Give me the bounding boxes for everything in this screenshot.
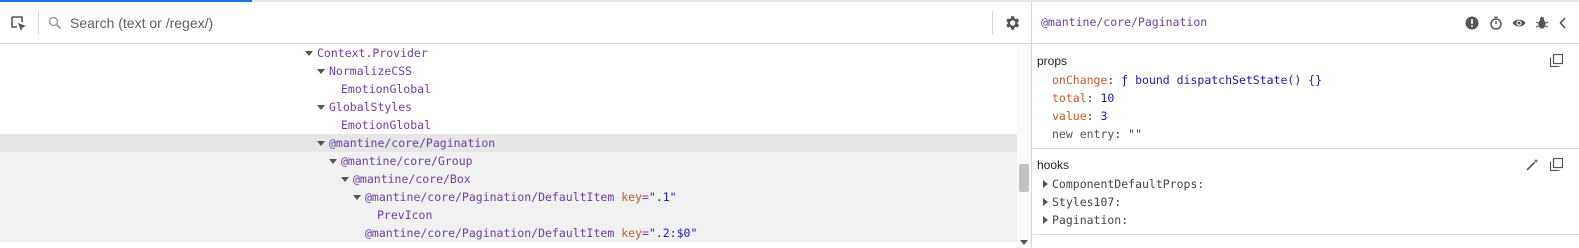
copy-icon[interactable] bbox=[1550, 54, 1563, 67]
tree-node[interactable]: NormalizeCSS bbox=[0, 62, 1017, 80]
section-divider bbox=[1033, 148, 1579, 149]
tree-node-label: GlobalStyles bbox=[329, 100, 413, 114]
section-divider bbox=[1033, 234, 1579, 235]
hook-name: ComponentDefaultProps: bbox=[1052, 177, 1205, 191]
tree-node-label: @mantine/core/Group bbox=[341, 154, 473, 168]
expand-arrow-icon[interactable] bbox=[1043, 180, 1048, 188]
inspector-panel: @mantine/core/Pagination props onChange:… bbox=[1033, 2, 1579, 248]
tree-node[interactable]: Context.Provider bbox=[0, 44, 1017, 62]
stopwatch-icon[interactable] bbox=[1489, 16, 1503, 30]
expand-arrow-icon[interactable] bbox=[1043, 198, 1048, 206]
tree-scrollbar[interactable] bbox=[1017, 44, 1031, 248]
prop-value[interactable]: ƒ bound dispatchSetState() {} bbox=[1121, 73, 1322, 87]
collapse-arrow-icon[interactable] bbox=[317, 141, 325, 146]
hook-name: Pagination: bbox=[1052, 213, 1129, 227]
prop-row[interactable]: total: 10 bbox=[1052, 89, 1114, 107]
tree-node[interactable]: @mantine/core/Pagination/DefaultItem key… bbox=[0, 188, 1017, 206]
prop-row[interactable]: value: 3 bbox=[1052, 107, 1107, 125]
tree-node-label: @mantine/core/Pagination/DefaultItem bbox=[365, 190, 615, 204]
tree-toolbar bbox=[0, 2, 1031, 44]
gear-icon[interactable] bbox=[1003, 14, 1021, 32]
tree-node[interactable]: EmotionGlobal bbox=[0, 80, 1017, 98]
magic-wand-icon[interactable] bbox=[1526, 158, 1539, 171]
new-entry-key[interactable]: new entry bbox=[1052, 127, 1114, 141]
selected-component-title: @mantine/core/Pagination bbox=[1041, 15, 1208, 29]
collapse-arrow-icon[interactable] bbox=[305, 51, 313, 56]
hook-row[interactable]: Styles107: bbox=[1043, 193, 1121, 211]
tree-node-label: EmotionGlobal bbox=[341, 82, 432, 96]
prop-key: value bbox=[1052, 109, 1087, 123]
bug-icon[interactable] bbox=[1535, 16, 1549, 30]
props-section-title: props bbox=[1037, 54, 1068, 68]
tree-node[interactable]: @mantine/core/Box bbox=[0, 170, 1017, 188]
warning-icon[interactable] bbox=[1465, 16, 1479, 30]
toolbar-divider bbox=[992, 11, 993, 35]
key-label: key bbox=[621, 190, 642, 204]
components-tree-panel: Context.Provider NormalizeCSS EmotionGlo… bbox=[0, 2, 1032, 248]
scrollbar-thumb[interactable] bbox=[1019, 164, 1029, 192]
expand-arrow-icon[interactable] bbox=[1043, 216, 1048, 224]
collapse-arrow-icon[interactable] bbox=[317, 69, 325, 74]
inspector-header: @mantine/core/Pagination bbox=[1033, 2, 1579, 44]
scroll-down-arrow-icon[interactable] bbox=[1020, 240, 1028, 245]
search-input[interactable] bbox=[66, 10, 994, 36]
search-icon bbox=[48, 16, 62, 30]
tree-node-label: NormalizeCSS bbox=[329, 64, 413, 78]
tree-node[interactable]: PrevIcon bbox=[0, 206, 1017, 224]
tree-node[interactable]: @mantine/core/Group bbox=[0, 152, 1017, 170]
toolbar-divider bbox=[38, 11, 39, 35]
collapse-arrow-icon[interactable] bbox=[353, 195, 361, 200]
key-value: ".1" bbox=[648, 190, 677, 204]
tree-node-label: @mantine/core/Box bbox=[353, 172, 471, 186]
prop-row[interactable]: onChange: ƒ bound dispatchSetState() {} bbox=[1052, 71, 1322, 89]
tree-node[interactable]: @mantine/core/Pagination/DefaultItem key… bbox=[0, 224, 1017, 242]
collapse-arrow-icon[interactable] bbox=[317, 105, 325, 110]
code-icon[interactable] bbox=[1559, 16, 1573, 30]
hook-name: Styles107: bbox=[1052, 195, 1122, 209]
tree-node-label: Context.Provider bbox=[317, 46, 428, 60]
copy-icon[interactable] bbox=[1550, 158, 1563, 171]
new-entry-row[interactable]: new entry: "" bbox=[1052, 125, 1142, 143]
tree-node-label: @mantine/core/Pagination/DefaultItem bbox=[365, 226, 615, 240]
new-entry-value[interactable]: "" bbox=[1128, 127, 1142, 141]
eye-icon[interactable] bbox=[1512, 16, 1526, 30]
collapse-arrow-icon[interactable] bbox=[329, 159, 337, 164]
prop-key: onChange bbox=[1052, 73, 1108, 87]
tree-node-label: @mantine/core/Pagination bbox=[329, 136, 496, 150]
prop-value[interactable]: 3 bbox=[1100, 109, 1107, 123]
tree-node[interactable]: EmotionGlobal bbox=[0, 116, 1017, 134]
tree-node-label: EmotionGlobal bbox=[341, 118, 432, 132]
tree-node[interactable]: GlobalStyles bbox=[0, 98, 1017, 116]
hooks-section-title: hooks bbox=[1037, 158, 1070, 172]
key-label: key bbox=[621, 226, 642, 240]
tree-node-label: PrevIcon bbox=[377, 208, 433, 222]
tree-node-selected[interactable]: @mantine/core/Pagination bbox=[0, 134, 1017, 152]
hook-row[interactable]: ComponentDefaultProps: bbox=[1043, 175, 1204, 193]
prop-value[interactable]: 10 bbox=[1100, 91, 1114, 105]
component-tree: Context.Provider NormalizeCSS EmotionGlo… bbox=[0, 44, 1017, 248]
key-value: ".2:$0" bbox=[648, 226, 698, 240]
inspect-element-icon[interactable] bbox=[9, 14, 29, 34]
prop-key: total bbox=[1052, 91, 1087, 105]
collapse-arrow-icon[interactable] bbox=[341, 177, 349, 182]
hook-row[interactable]: Pagination: bbox=[1043, 211, 1128, 229]
